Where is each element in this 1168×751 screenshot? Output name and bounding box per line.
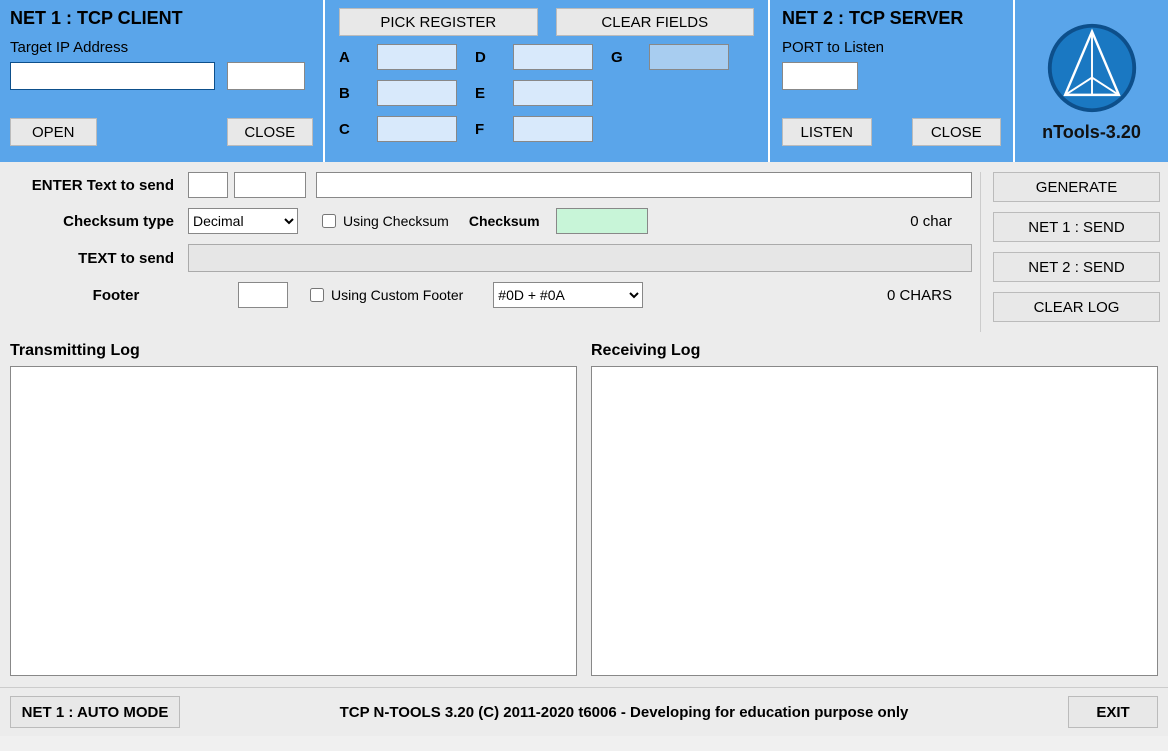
footer-input[interactable]	[238, 282, 288, 308]
bottom-bar: NET 1 : AUTO MODE TCP N-TOOLS 3.20 (C) 2…	[0, 687, 1168, 736]
reg-e-input[interactable]	[513, 80, 593, 106]
checksum-value	[556, 208, 648, 234]
net2-port-input[interactable]	[782, 62, 858, 90]
using-footer-input[interactable]	[310, 288, 324, 302]
chars-count-label: 0 CHARS	[887, 287, 972, 304]
pick-register-button[interactable]: PICK REGISTER	[339, 8, 538, 36]
net1-ip-input[interactable]	[10, 62, 215, 90]
using-footer-checkbox[interactable]: Using Custom Footer	[306, 285, 463, 305]
clear-fields-button[interactable]: CLEAR FIELDS	[556, 8, 755, 36]
net1-auto-mode-button[interactable]: NET 1 : AUTO MODE	[10, 696, 180, 728]
footer-label: Footer	[8, 287, 238, 304]
reg-b-label: B	[339, 85, 359, 102]
reg-c-input[interactable]	[377, 116, 457, 142]
send-prefix2-input[interactable]	[234, 172, 306, 198]
net1-title: NET 1 : TCP CLIENT	[10, 8, 313, 29]
registers-panel: PICK REGISTER CLEAR FIELDS A D G B E C F	[325, 0, 770, 162]
reg-c-label: C	[339, 121, 359, 138]
copyright-label: TCP N-TOOLS 3.20 (C) 2011-2020 t6006 - D…	[180, 704, 1068, 721]
net2-port-label: PORT to Listen	[782, 39, 1001, 56]
net2-panel: NET 2 : TCP SERVER PORT to Listen LISTEN…	[770, 0, 1015, 162]
tx-log-panel: Transmitting Log	[10, 336, 577, 679]
app-name-label: nTools-3.20	[1042, 122, 1141, 143]
reg-a-label: A	[339, 49, 359, 66]
app-logo-icon	[1044, 20, 1140, 116]
tx-log-textarea[interactable]	[10, 366, 577, 676]
reg-a-input[interactable]	[377, 44, 457, 70]
net1-ip-label: Target IP Address	[10, 39, 313, 56]
net1-send-button[interactable]: NET 1 : SEND	[993, 212, 1160, 242]
enter-text-label: ENTER Text to send	[8, 177, 188, 194]
net2-title: NET 2 : TCP SERVER	[782, 8, 1001, 29]
net1-port-input[interactable]	[227, 62, 305, 90]
net2-send-button[interactable]: NET 2 : SEND	[993, 252, 1160, 282]
clear-log-button[interactable]: CLEAR LOG	[993, 292, 1160, 322]
rx-log-textarea[interactable]	[591, 366, 1158, 676]
char-count-label: 0 char	[910, 213, 972, 230]
send-panel: ENTER Text to send Checksum type Decimal…	[8, 172, 972, 332]
net1-close-button[interactable]: CLOSE	[227, 118, 314, 146]
tx-log-label: Transmitting Log	[10, 342, 577, 360]
reg-e-label: E	[475, 85, 495, 102]
checksum-type-select[interactable]: Decimal	[188, 208, 298, 234]
using-footer-label: Using Custom Footer	[331, 287, 463, 303]
checksum-label: Checksum	[469, 213, 540, 229]
rx-log-label: Receiving Log	[591, 342, 1158, 360]
rx-log-panel: Receiving Log	[591, 336, 1158, 679]
net2-close-button[interactable]: CLOSE	[912, 118, 1002, 146]
send-prefix1-input[interactable]	[188, 172, 228, 198]
checksum-type-label: Checksum type	[8, 213, 188, 230]
reg-g-input[interactable]	[649, 44, 729, 70]
reg-d-label: D	[475, 49, 495, 66]
using-checksum-input[interactable]	[322, 214, 336, 228]
reg-d-input[interactable]	[513, 44, 593, 70]
reg-g-label: G	[611, 49, 631, 66]
action-panel: GENERATE NET 1 : SEND NET 2 : SEND CLEAR…	[980, 172, 1160, 332]
reg-f-label: F	[475, 121, 495, 138]
reg-b-input[interactable]	[377, 80, 457, 106]
using-checksum-checkbox[interactable]: Using Checksum	[318, 211, 449, 231]
using-checksum-label: Using Checksum	[343, 213, 449, 229]
send-text-input[interactable]	[316, 172, 972, 198]
exit-button[interactable]: EXIT	[1068, 696, 1158, 728]
net1-open-button[interactable]: OPEN	[10, 118, 97, 146]
text-to-send-label: TEXT to send	[8, 250, 188, 267]
net1-panel: NET 1 : TCP CLIENT Target IP Address OPE…	[0, 0, 325, 162]
logo-panel: nTools-3.20	[1015, 0, 1168, 162]
reg-f-input[interactable]	[513, 116, 593, 142]
text-to-send-display	[188, 244, 972, 272]
net2-listen-button[interactable]: LISTEN	[782, 118, 872, 146]
generate-button[interactable]: GENERATE	[993, 172, 1160, 202]
footer-select[interactable]: #0D + #0A	[493, 282, 643, 308]
